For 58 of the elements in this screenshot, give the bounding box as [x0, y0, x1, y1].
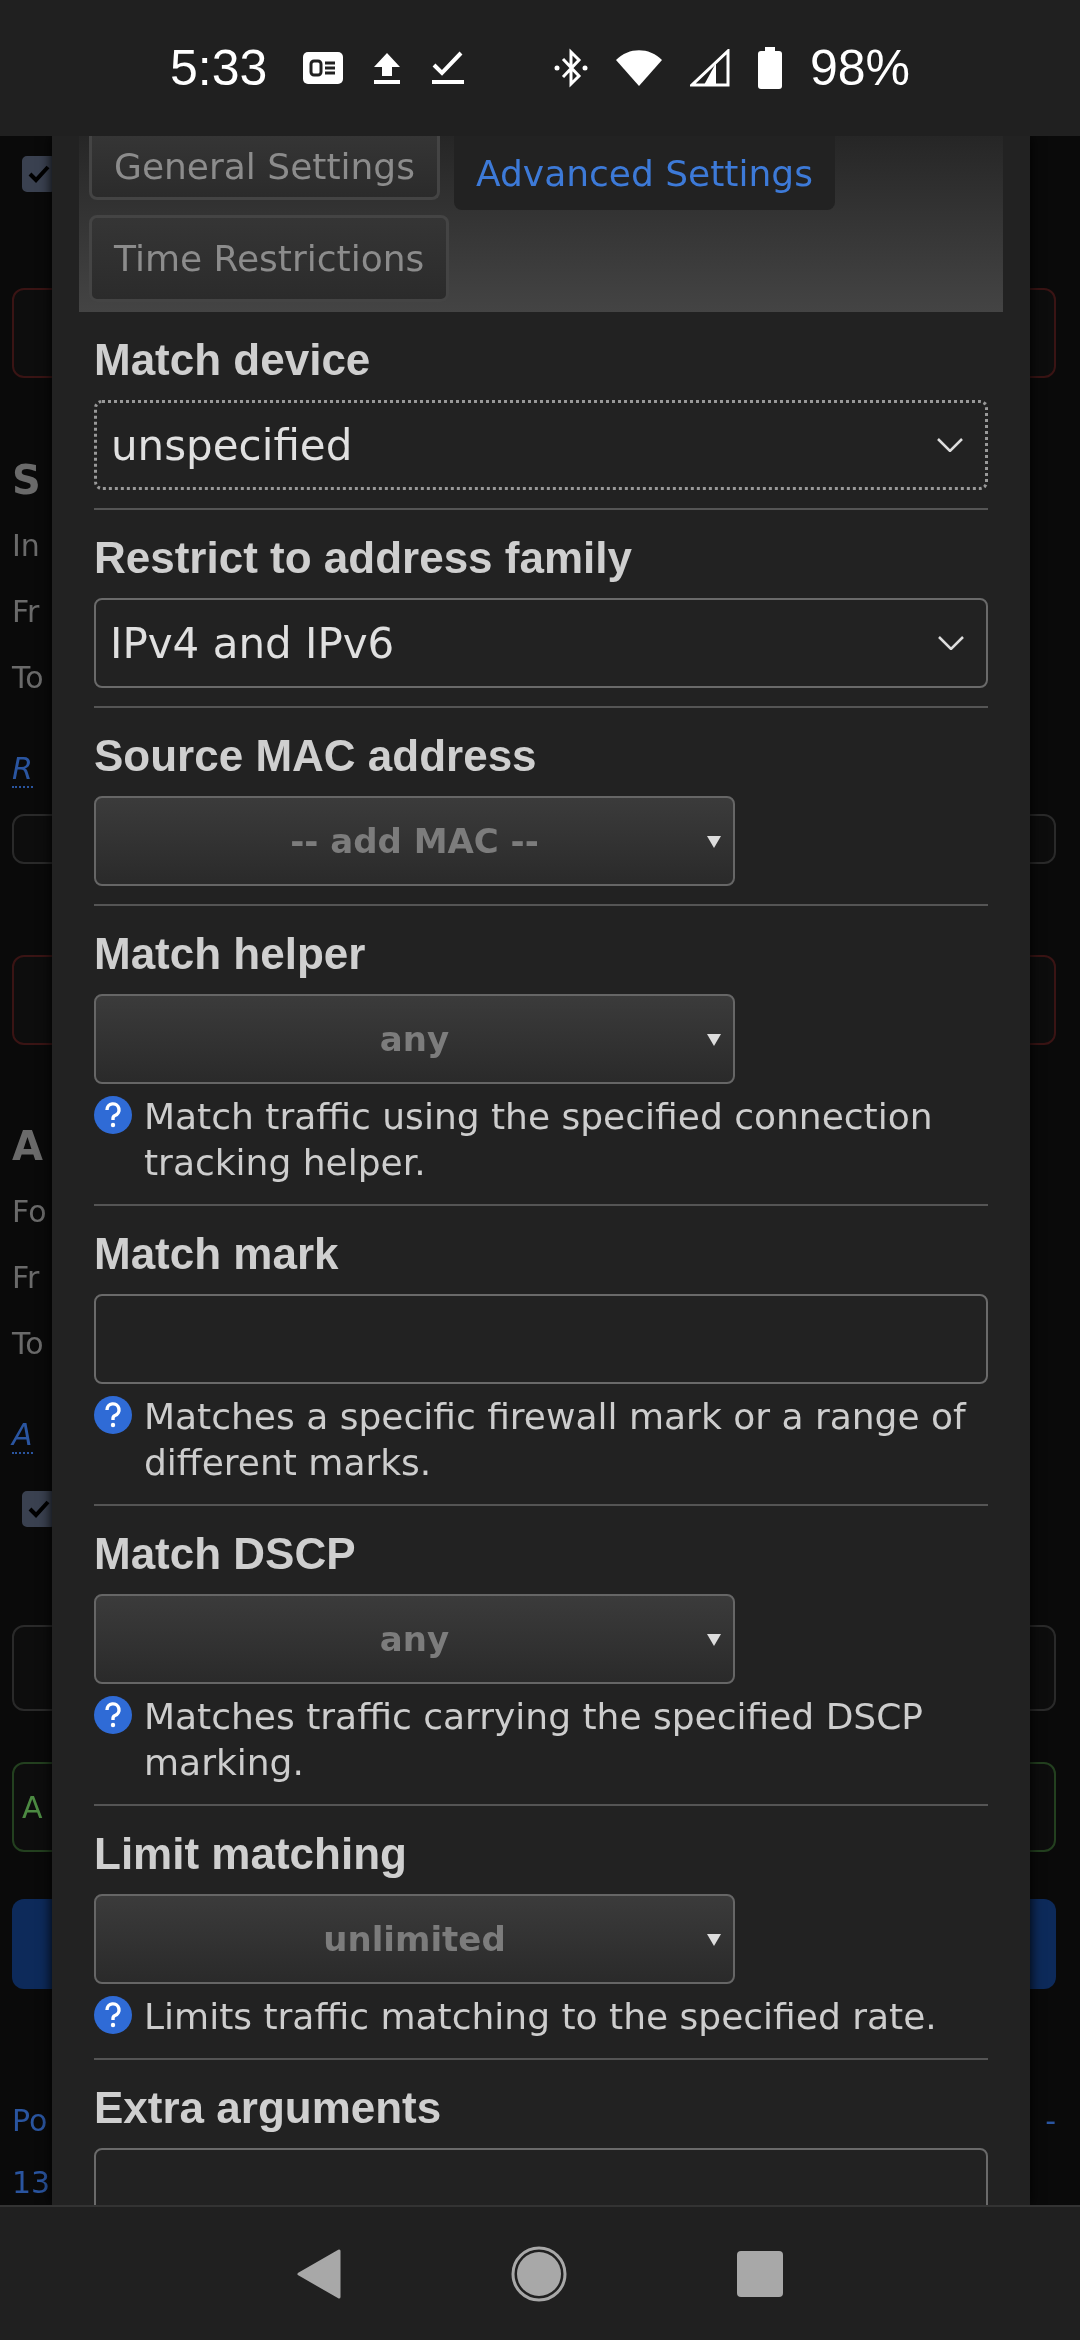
check-icon — [28, 1500, 50, 1518]
tab[interactable]: Time Restrictions — [89, 215, 450, 302]
field-label: Source MAC address — [94, 730, 538, 782]
link[interactable]: Po — [12, 2102, 48, 2138]
caret-icon — [707, 836, 721, 848]
bluetooth-icon — [553, 48, 588, 88]
home-icon[interactable] — [511, 2245, 567, 2302]
help-text: Matches a specific firewall mark or a range of different marks. — [144, 1395, 968, 1485]
help-text: Match traffic using the specified connection tracking helper. — [144, 1095, 934, 1185]
battery-icon — [757, 47, 782, 89]
tab[interactable]: General Settings — [89, 136, 440, 200]
link[interactable]: A — [12, 1416, 33, 1454]
signal-icon — [689, 49, 730, 87]
field-label: Match DSCP — [94, 1528, 357, 1580]
news-icon — [303, 52, 344, 84]
select-field[interactable]: unspecified — [94, 400, 988, 490]
help-text: Limits traffic matching to the specified rate. — [144, 1995, 937, 2039]
link[interactable]: 13 — [12, 2164, 51, 2200]
field-label: Match helper — [94, 928, 367, 980]
dropdown-button[interactable]: any — [94, 1594, 735, 1684]
back-icon[interactable] — [297, 2248, 341, 2299]
dropdown-button[interactable]: -- add MAC -- — [94, 796, 735, 886]
clock: 5:33 — [170, 39, 268, 97]
help-icon — [94, 1096, 132, 1134]
help-text: Matches traffic carrying the specified DSCP marking. — [144, 1695, 925, 1785]
select-field[interactable]: IPv4 and IPv6 — [94, 598, 988, 688]
field-label: Fr — [12, 593, 40, 629]
field-label: Restrict to address family — [94, 532, 633, 584]
field-label: Match device — [94, 334, 372, 386]
help-icon — [94, 1996, 132, 2034]
field-label: Match mark — [94, 1228, 340, 1280]
chevron-down-icon — [937, 438, 963, 452]
caret-icon — [707, 1934, 721, 1946]
tab[interactable]: Advanced Settings — [454, 136, 835, 210]
recents-icon[interactable] — [737, 2250, 783, 2297]
dropdown-button[interactable]: unlimited — [94, 1894, 735, 1984]
battery-level: 98% — [809, 39, 910, 97]
link[interactable]: R — [12, 750, 33, 788]
link[interactable]: - — [1045, 2102, 1056, 2138]
wifi-icon — [615, 50, 662, 86]
field-label: Fo — [12, 1193, 47, 1229]
caret-icon — [707, 1034, 721, 1046]
check-icon — [431, 50, 466, 86]
caret-icon — [707, 1634, 721, 1646]
dropdown-button[interactable]: any — [94, 994, 735, 1084]
field-label: Extra arguments — [94, 2082, 443, 2134]
help-icon — [94, 1396, 132, 1434]
chevron-down-icon — [938, 636, 964, 650]
section-heading: S — [12, 457, 41, 503]
input-field[interactable] — [94, 1294, 988, 1384]
field-label: To — [12, 659, 44, 695]
field-label: Limit matching — [94, 1828, 408, 1880]
check-icon — [28, 165, 50, 183]
field-label: To — [12, 1325, 44, 1361]
field-label: Fr — [12, 1259, 40, 1295]
field-label: In — [12, 527, 40, 563]
help-icon — [94, 1696, 132, 1734]
section-heading: A — [12, 1123, 43, 1169]
